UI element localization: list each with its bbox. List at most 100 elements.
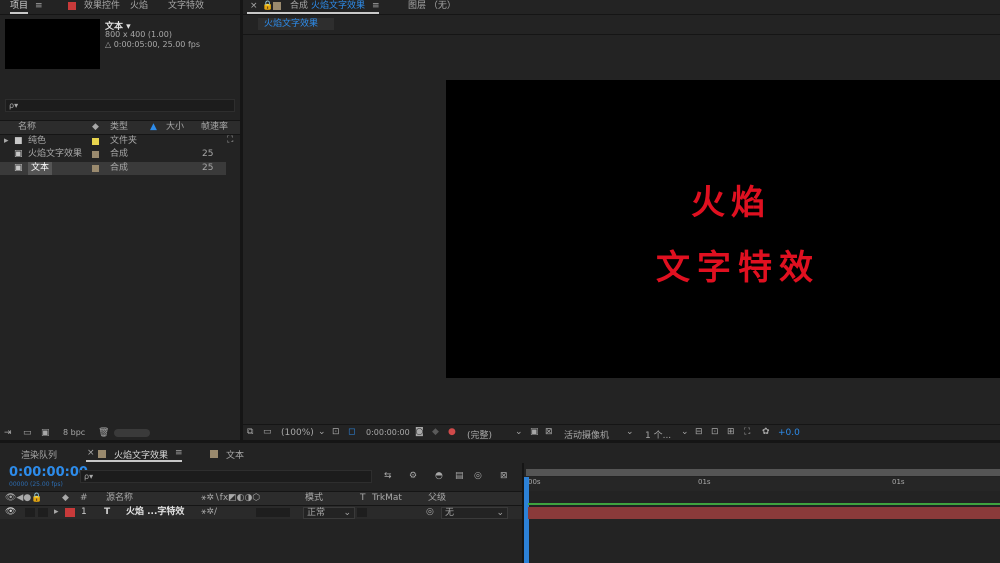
- hamburger-icon[interactable]: ≡: [35, 0, 43, 12]
- switches-icon[interactable]: ⚹✲∖fx◩◐◑⬡: [201, 492, 260, 505]
- reset-exposure-icon[interactable]: ✿: [762, 427, 770, 437]
- safe-margins-icon[interactable]: ⊡: [332, 427, 340, 437]
- fast-preview-icon[interactable]: ⊡: [711, 427, 719, 437]
- col-fps[interactable]: 帧速率: [201, 121, 228, 134]
- project-search-input[interactable]: ρ▾: [5, 99, 235, 112]
- col-type[interactable]: 类型: [110, 121, 128, 134]
- graph-editor-icon[interactable]: ⊠: [500, 471, 508, 481]
- mask-visibility-icon[interactable]: ◻: [348, 427, 355, 437]
- lock-toggle[interactable]: [38, 508, 48, 517]
- list-item[interactable]: ▣ 火焰文字效果 合成 25: [0, 148, 226, 161]
- draft-3d-icon[interactable]: ⚙: [409, 471, 417, 481]
- active-tab-underline: [247, 12, 379, 14]
- eye-icon[interactable]: 👁: [5, 506, 16, 519]
- hierarchy-icon[interactable]: ⛶: [227, 135, 233, 145]
- col-trkmat[interactable]: TrkMat: [372, 492, 402, 505]
- layer-switches[interactable]: ⚹✲/: [201, 506, 217, 519]
- parent-dropdown[interactable]: 无 ⌄: [441, 507, 508, 519]
- col-t: T: [360, 493, 366, 503]
- new-folder-icon[interactable]: ▭: [23, 428, 32, 438]
- chevron-down-icon: ⌄: [626, 427, 634, 437]
- exposure-value[interactable]: +0.0: [778, 428, 800, 438]
- layer-duration-bar[interactable]: [528, 507, 1000, 519]
- composition-canvas[interactable]: 火焰 文字特效: [446, 80, 1000, 378]
- viewer-toolbar: ⧉ ▭ (100%) ⌄ ⊡ ◻ 0:00:00:00 ◙ ◆ ● (完整) ⌄…: [243, 424, 1000, 441]
- list-item-selected[interactable]: ▣ 文本 合成 25: [0, 162, 226, 175]
- expand-arrow-icon[interactable]: ▸: [54, 506, 59, 519]
- col-mode[interactable]: 模式: [305, 492, 323, 505]
- time-ruler[interactable]: 00s 01s 01s: [524, 477, 1000, 491]
- flowchart-icon[interactable]: ⛶: [744, 427, 750, 437]
- timeline-icon[interactable]: ⊞: [727, 427, 735, 437]
- close-icon[interactable]: ×: [87, 448, 95, 458]
- item-type: 合成: [110, 149, 129, 159]
- table-row[interactable]: 👁 ▸ 1 T 火焰 ...字特效 ⚹✲/ 正常 ⌄ ◎ 无 ⌄: [0, 506, 522, 519]
- close-icon[interactable]: ×: [250, 0, 258, 12]
- viewer-divider: [243, 34, 1000, 35]
- comp-mini-flowchart-icon[interactable]: ⇆: [384, 471, 392, 481]
- col-parent[interactable]: 父级: [428, 492, 446, 505]
- project-tabbar: 项目 ≡ 效果控件 火焰 文字特效: [0, 0, 240, 15]
- expand-arrow-icon[interactable]: ▸: [4, 135, 9, 148]
- tab-render-queue[interactable]: 渲染队列: [21, 448, 57, 461]
- hamburger-icon[interactable]: ≡: [372, 0, 380, 12]
- sort-up-icon[interactable]: ▲: [150, 121, 157, 134]
- list-item[interactable]: ▸ ■ 纯色 文件夹 ⛶: [0, 135, 233, 148]
- interpret-footage-icon[interactable]: ⇥: [4, 428, 12, 438]
- new-composition-icon[interactable]: ▣: [41, 428, 50, 438]
- layer-label-swatch[interactable]: [65, 508, 75, 517]
- frame-blending-icon[interactable]: ▤: [455, 471, 464, 481]
- pixel-aspect-icon[interactable]: ⊟: [695, 427, 703, 437]
- text-layer-icon: T: [104, 507, 111, 517]
- trash-icon[interactable]: 🗑: [98, 428, 109, 438]
- thumbnail-slider[interactable]: [114, 429, 150, 437]
- tab-layer[interactable]: 图层 （无）: [408, 0, 456, 12]
- tab-timeline-text[interactable]: 文本: [226, 448, 244, 461]
- timeline-tabbar: 渲染队列 × 火焰文字效果 ≡ 文本: [0, 445, 1000, 462]
- layer-name[interactable]: 火焰 ...字特效: [126, 506, 184, 519]
- show-snapshot-icon[interactable]: ◆: [432, 427, 439, 437]
- tab-effect-controls[interactable]: 效果控件: [84, 0, 120, 12]
- lock-icon[interactable]: 🔒: [262, 0, 273, 12]
- audio-toggle[interactable]: [25, 508, 35, 517]
- zoom-dropdown[interactable]: (100%): [281, 428, 314, 438]
- always-preview-icon[interactable]: ⧉: [247, 427, 253, 437]
- label-tag-icon[interactable]: ◆: [62, 492, 69, 505]
- current-time-field[interactable]: 0:00:00:00: [366, 428, 410, 437]
- switch-box[interactable]: [256, 508, 290, 517]
- label-tag-icon[interactable]: ◆: [92, 121, 99, 134]
- item-name: 纯色: [28, 136, 47, 146]
- monitor-icon[interactable]: ▭: [263, 427, 272, 437]
- tab-project[interactable]: 项目: [10, 0, 29, 14]
- label-swatch[interactable]: [92, 165, 99, 172]
- current-time-indicator[interactable]: [524, 477, 529, 563]
- timeline-search-input[interactable]: ρ▾: [80, 470, 372, 483]
- timecode-display[interactable]: 0:00:00:00: [9, 465, 88, 480]
- comp-color-swatch: [210, 450, 218, 458]
- comp-color-swatch: [273, 2, 281, 10]
- bpc-label[interactable]: 8 bpc: [63, 428, 85, 437]
- motion-blur-icon[interactable]: ◎: [474, 471, 482, 481]
- col-size[interactable]: 大小: [166, 121, 184, 134]
- mode-dropdown[interactable]: 正常 ⌄: [303, 507, 355, 519]
- item-fps: 25: [202, 163, 214, 173]
- preview-size: 800 x 400 (1.00): [105, 30, 172, 39]
- col-source-name[interactable]: 源名称: [106, 492, 133, 505]
- color-channel-icon[interactable]: ●: [448, 427, 456, 437]
- parent-value: 无: [445, 508, 455, 518]
- item-type: 合成: [110, 163, 129, 173]
- eye-icon[interactable]: 👁◀●🔒: [5, 492, 42, 505]
- snapshot-icon[interactable]: ◙: [415, 427, 424, 437]
- pickwhip-icon[interactable]: ◎: [426, 506, 434, 519]
- label-swatch[interactable]: [92, 151, 99, 158]
- tab-composition[interactable]: 火焰文字效果: [311, 0, 365, 12]
- shy-layers-icon[interactable]: ◓: [435, 471, 443, 481]
- region-of-interest-icon[interactable]: ▣: [530, 427, 539, 437]
- comp-subtab[interactable]: 火焰文字效果: [258, 18, 334, 30]
- label-swatch[interactable]: [92, 138, 99, 145]
- col-name[interactable]: 名称: [18, 121, 36, 134]
- transparency-grid-icon[interactable]: ⊠: [545, 427, 553, 437]
- work-area-bar[interactable]: [526, 469, 1000, 476]
- hamburger-icon[interactable]: ≡: [175, 448, 183, 458]
- trkmat-box[interactable]: [357, 508, 367, 517]
